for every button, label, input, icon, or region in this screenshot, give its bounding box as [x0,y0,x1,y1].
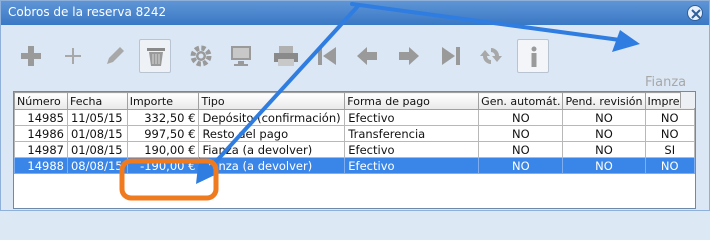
cell-pend-revision: NO [562,125,646,142]
cell-importe: 997,50 € [126,125,200,142]
column-header-gen-automat[interactable]: Gen. automát. [478,92,564,110]
cell-gen-automat: NO [478,109,564,126]
cell-numero: 14987 [14,141,68,158]
cell-tipo: Depósito (confirmación) [198,109,346,126]
scrollbar[interactable] [680,92,695,108]
plus-bold-icon [21,46,41,66]
delete-button[interactable] [139,39,171,73]
cell-forma-de-pago: Efectivo [344,109,480,126]
cell-gen-automat: NO [478,157,564,174]
column-header-fecha[interactable]: Fecha [66,92,128,110]
cell-numero: 14988 [14,157,68,174]
first-record-button[interactable] [311,39,343,73]
table-row[interactable]: 14987 01/08/15 190,00 € Fianza (a devolv… [14,141,696,158]
info-icon [531,46,537,67]
cell-impreso: NO [644,109,696,126]
cell-gen-automat: NO [478,125,564,142]
settings-button[interactable] [185,39,217,73]
table-row[interactable]: 14985 11/05/15 332,50 € Depósito (confir… [14,109,696,126]
cell-forma-de-pago: Efectivo [344,141,480,158]
cell-pend-revision: NO [562,109,646,126]
trash-icon [147,48,165,66]
cell-gen-automat: NO [478,141,564,158]
cell-tipo: Fianza (a devolver) [198,157,346,174]
add-new-button[interactable] [15,39,47,73]
title-bar[interactable]: Cobros de la reserva 8242 [1,1,709,25]
gear-icon [190,45,212,67]
cell-impreso: SI [644,141,696,158]
previous-record-button[interactable] [351,39,383,73]
first-icon [318,47,336,65]
print-button[interactable] [269,39,301,73]
cell-pend-revision: NO [562,141,646,158]
add-button[interactable] [57,39,89,73]
table-row[interactable]: 14986 01/08/15 997,50 € Resto del pago T… [14,125,696,142]
column-header-tipo[interactable]: Tipo [198,92,346,110]
payments-table: Número Fecha Importe Tipo Forma de pago … [13,91,696,209]
cell-numero: 14986 [14,125,68,142]
payments-window: Cobros de la reserva 8242 Fianza Número … [0,0,710,211]
column-header-forma-de-pago[interactable]: Forma de pago [344,92,480,110]
toolbar: Fianza [1,25,709,90]
column-header-importe[interactable]: Importe [126,92,200,110]
refresh-button[interactable] [475,39,507,73]
cell-forma-de-pago: Transferencia [344,125,480,142]
cell-importe: 190,00 € [126,141,200,158]
cell-impreso: NO [644,157,696,174]
cell-forma-de-pago: Efectivo [344,157,480,174]
info-button[interactable] [517,39,549,73]
column-header-numero[interactable]: Número [14,92,68,110]
table-row-selected[interactable]: 14988 08/08/15 -190,00 € Fianza (a devol… [14,157,696,174]
display-button[interactable] [225,39,257,73]
cell-tipo: Fianza (a devolver) [198,141,346,158]
payments-grid: Número Fecha Importe Tipo Forma de pago … [14,92,696,174]
cell-tipo: Resto del pago [198,125,346,142]
window-title: Cobros de la reserva 8242 [8,5,167,19]
pencil-icon [107,47,124,64]
next-record-button[interactable] [393,39,425,73]
monitor-icon [231,46,251,66]
side-label: Fianza [645,75,687,90]
next-icon [399,47,419,65]
cell-fecha: 01/08/15 [66,141,128,158]
plus-icon [65,48,81,64]
cell-fecha: 01/08/15 [66,125,128,142]
last-icon [442,47,460,65]
cell-importe: 332,50 € [126,109,200,126]
previous-icon [357,47,377,65]
refresh-icon [480,48,502,64]
cell-fecha: 08/08/15 [66,157,128,174]
cell-numero: 14985 [14,109,68,126]
close-icon [691,9,701,19]
printer-icon [274,46,298,66]
cell-importe: -190,00 € [126,157,200,174]
cell-fecha: 11/05/15 [66,109,128,126]
close-button[interactable] [687,5,703,21]
last-record-button[interactable] [435,39,467,73]
edit-button[interactable] [99,39,131,73]
cell-pend-revision: NO [562,157,646,174]
cell-impreso: NO [644,125,696,142]
table-header-row: Número Fecha Importe Tipo Forma de pago … [14,92,696,110]
column-header-pend-revision[interactable]: Pend. revisión [562,92,646,110]
